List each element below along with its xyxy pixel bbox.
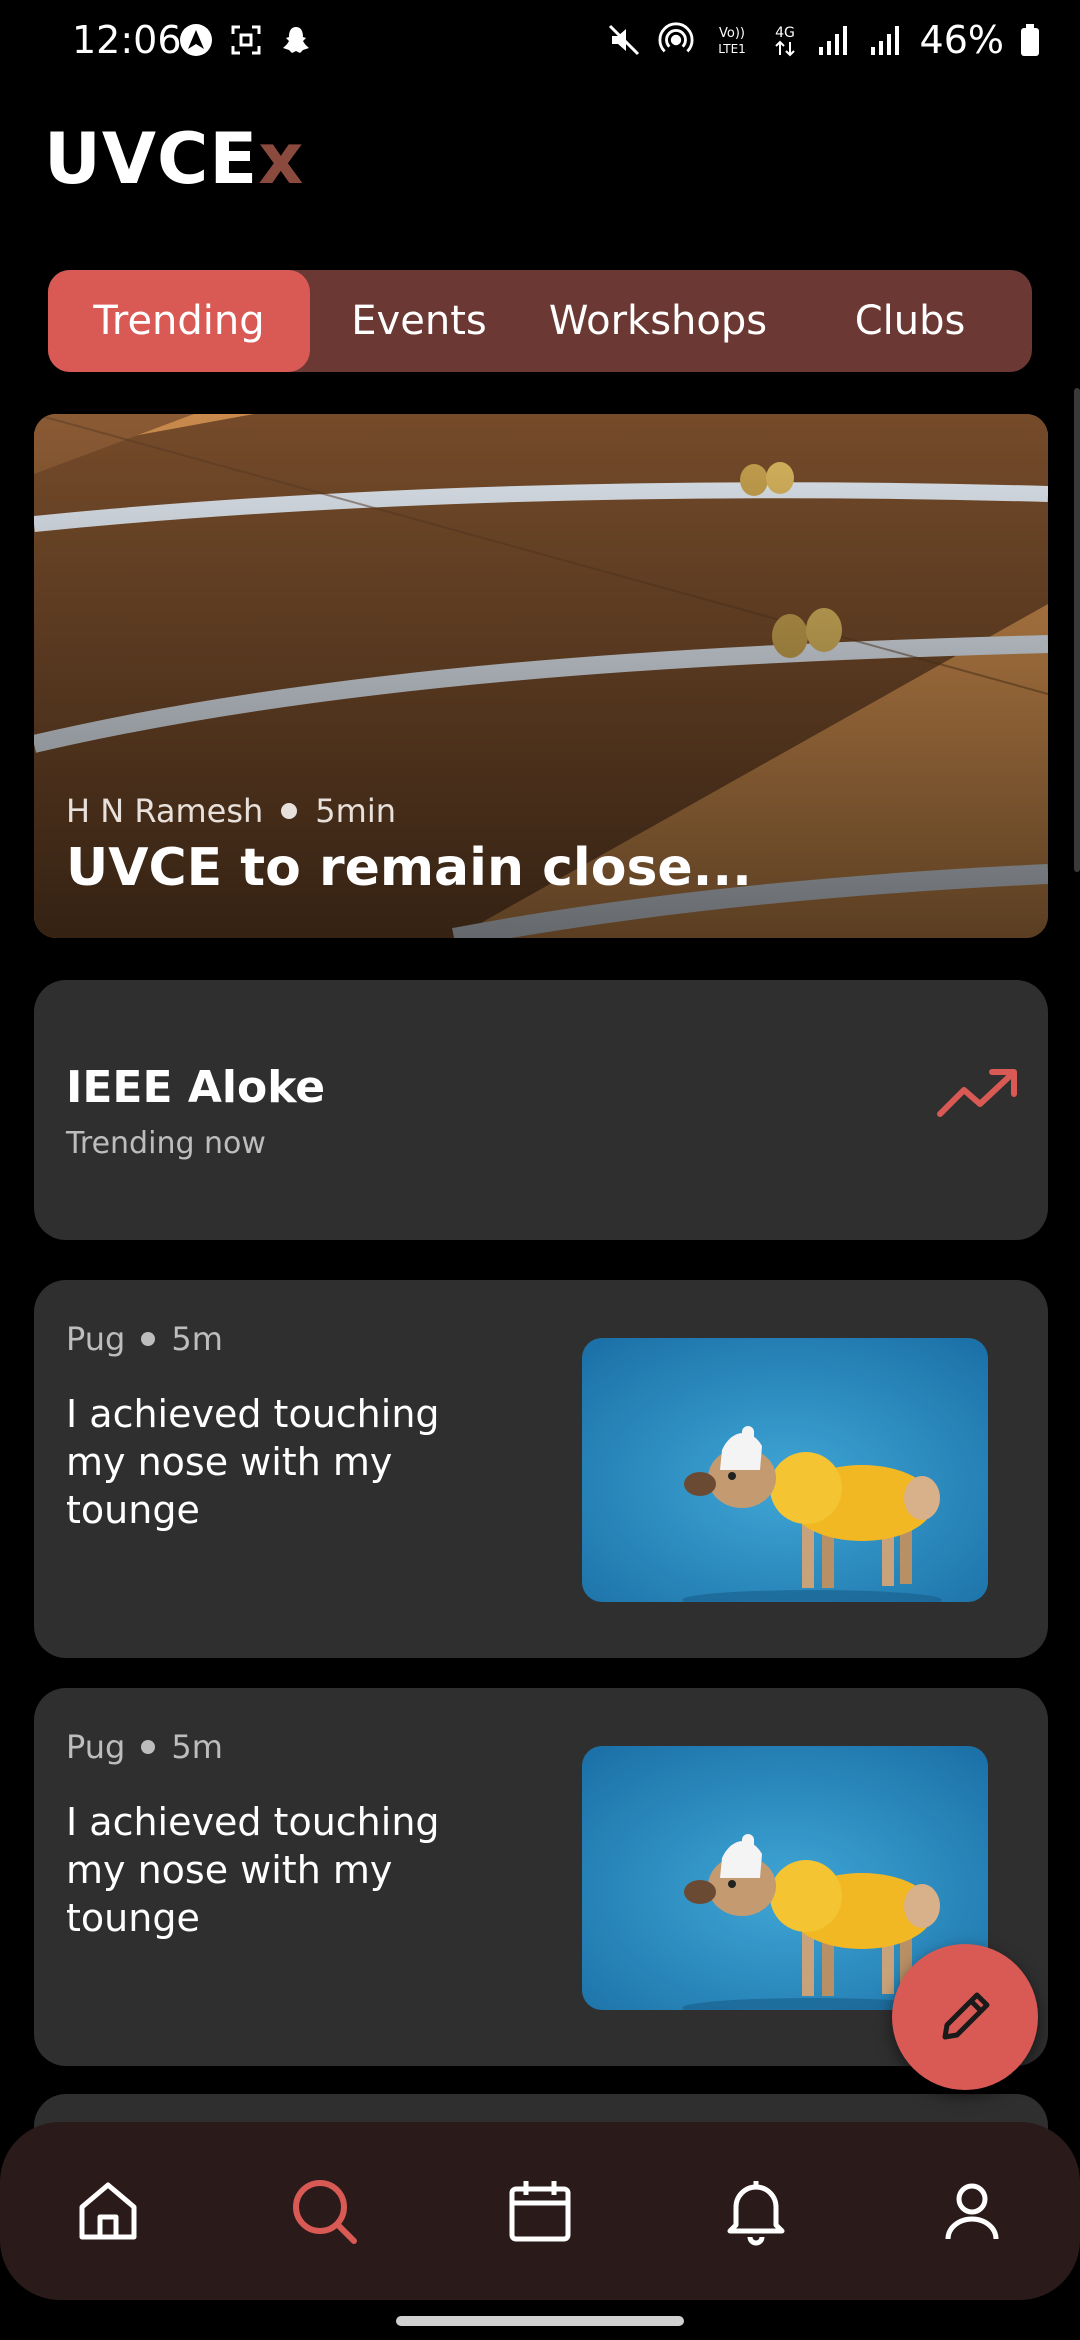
hotspot-icon [658,22,694,58]
nav-search[interactable] [264,2151,384,2271]
separator-dot [141,1332,156,1346]
battery-percent: 46% [919,18,1004,62]
compose-button[interactable] [892,1944,1038,2090]
featured-news-card[interactable]: H N Ramesh 5min UVCE to remain close... [34,414,1048,938]
signal-icon [816,22,852,58]
status-time: 12:06 [72,18,182,62]
post-time: 5m [171,1320,223,1358]
signal-icon [868,22,904,58]
tab-clubs[interactable]: Clubs [788,270,1032,372]
separator-dot [281,803,298,819]
volte-icon: Vo)) LTE1 [710,22,754,58]
home-indicator[interactable] [396,2316,684,2326]
screenshot-icon [228,22,264,58]
home-icon [79,2182,137,2240]
brand-accent: x [258,118,305,200]
navigation-app-icon [178,22,214,58]
post-time: 5m [171,1728,223,1766]
hero-author: H N Ramesh [66,792,264,830]
trending-up-icon [937,1069,1017,1117]
post-meta: Pug 5m [66,1320,223,1358]
trending-title: IEEE Aloke [66,1062,326,1113]
separator-dot [141,1740,156,1754]
svg-text:LTE1: LTE1 [718,42,746,56]
profile-icon [945,2183,999,2240]
nav-notifications[interactable] [696,2151,816,2271]
tab-events[interactable]: Events [310,270,528,372]
bell-icon [727,2181,785,2246]
post-text: I achieved touching my nose with my toun… [66,1392,440,1532]
status-bar: 12:06 Vo)) LTE1 4G 46% [0,0,1080,90]
svg-text:4G: 4G [775,25,795,41]
calendar-icon [509,2181,571,2242]
pencil-icon [942,1992,990,2040]
bottom-navigation [0,2122,1080,2300]
svg-text:Vo)): Vo)) [719,26,745,41]
nav-calendar[interactable] [480,2151,600,2271]
nav-profile[interactable] [912,2151,1032,2271]
tab-trending[interactable]: Trending [48,270,310,372]
trending-subtitle: Trending now [66,1126,266,1161]
hero-time: 5min [315,792,396,830]
post-image[interactable] [582,1338,988,1602]
trending-card[interactable]: IEEE Aloke Trending now [34,980,1048,1240]
mute-icon [606,22,642,58]
hero-title: UVCE to remain close... [66,838,752,898]
app-logo: UVCEx [44,118,304,200]
tab-workshops[interactable]: Workshops [528,270,788,372]
category-tabs: Trending Events Workshops Clubs [48,270,1032,372]
nav-home[interactable] [48,2151,168,2271]
post-card[interactable]: Pug 5m I achieved touching my nose with … [34,1280,1048,1658]
status-left-icons [178,22,314,58]
status-right: Vo)) LTE1 4G 46% [606,18,1040,62]
search-icon [293,2180,357,2244]
brand-main: UVCE [44,118,259,200]
post-text: I achieved touching my nose with my toun… [66,1800,440,1940]
snapchat-icon [278,22,314,58]
scrollbar[interactable] [1074,388,1080,872]
post-author: Pug [66,1728,126,1766]
post-author: Pug [66,1320,126,1358]
post-meta: Pug 5m [66,1728,223,1766]
data-4g-icon: 4G [770,22,800,58]
hero-meta: H N Ramesh 5min [66,792,396,830]
battery-icon [1020,22,1040,58]
